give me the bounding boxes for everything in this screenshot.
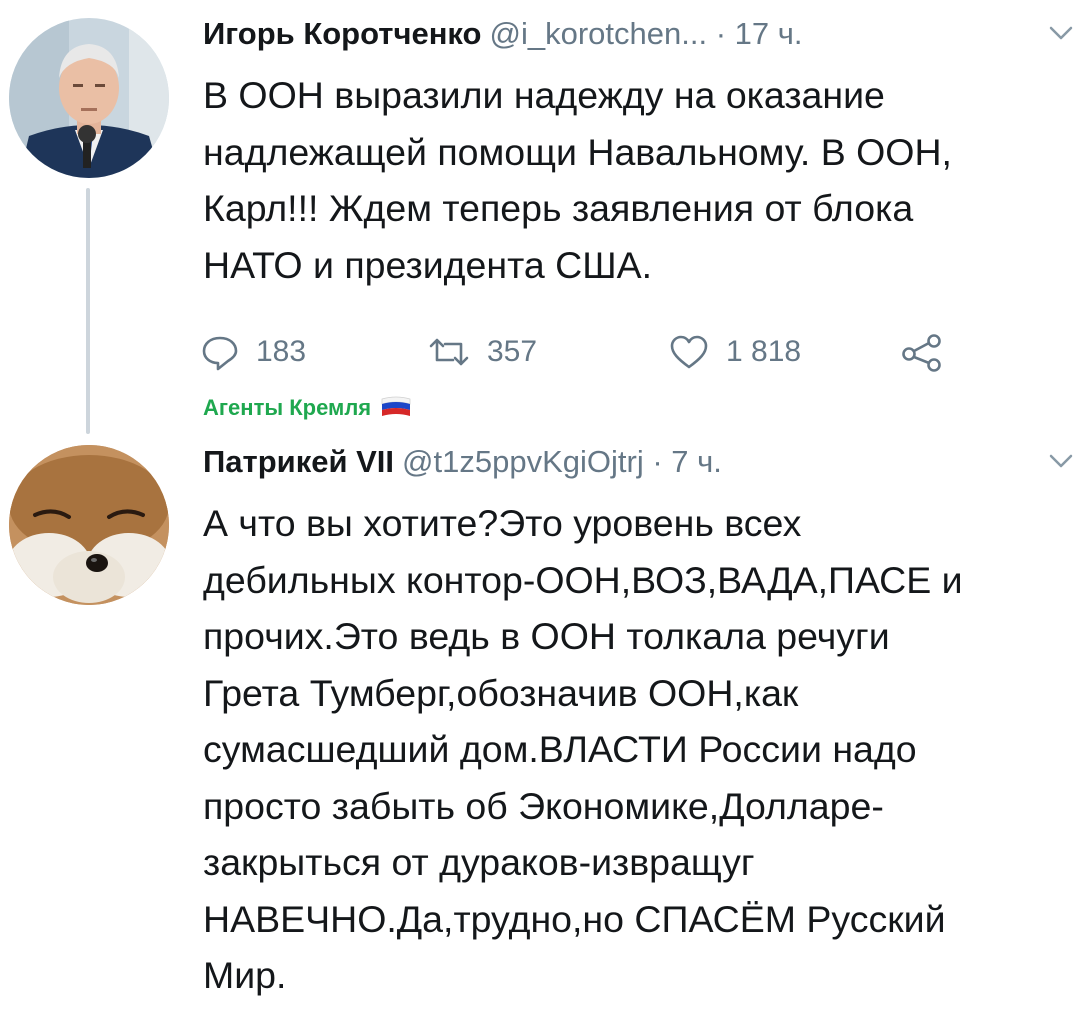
author-name[interactable]: Патрикей VII (203, 444, 394, 479)
chevron-down-icon[interactable] (1046, 18, 1076, 48)
tweet-2-header: Патрикей VII @t1z5ppvKgiOjtrj · 7 ч. (203, 442, 1080, 482)
reply-icon (202, 336, 238, 371)
share-button[interactable] (900, 329, 960, 375)
retweet-icon (429, 338, 469, 366)
author-handle[interactable]: @i_korotchen... (489, 16, 707, 51)
author-name[interactable]: Игорь Коротченко (203, 16, 481, 51)
separator-dot: · (715, 16, 727, 51)
like-button[interactable]: 1 818 (668, 329, 801, 375)
timestamp[interactable]: 17 ч. (735, 16, 803, 51)
tweet-1-text: В ООН выразили надежду на оказание надле… (203, 74, 952, 286)
like-count: 1 818 (726, 335, 802, 368)
share-icon (902, 334, 941, 372)
reply-count: 183 (256, 335, 307, 368)
avatar-korotchenko[interactable] (9, 18, 169, 178)
tweet-1-actions: 183 357 1 818 (200, 329, 980, 375)
reply-button[interactable]: 183 (200, 329, 306, 375)
timestamp[interactable]: 7 ч. (671, 444, 722, 479)
separator-dot: · (652, 444, 663, 479)
avatar-image (9, 18, 169, 178)
badge-label: Агенты Кремля (203, 395, 372, 420)
avatar-fox[interactable] (9, 445, 169, 605)
chevron-down-icon[interactable] (1046, 446, 1076, 476)
community-badge: Агенты Кремля (203, 390, 413, 426)
heart-icon (670, 335, 708, 369)
retweet-count: 357 (487, 335, 538, 368)
tweet-1-header: Игорь Коротченко @i_korotchen... · 17 ч. (203, 14, 1080, 54)
thread-connector-line (86, 188, 90, 434)
avatar-image (9, 445, 169, 605)
author-handle[interactable]: @t1z5ppvKgiOjtrj (402, 444, 644, 479)
retweet-button[interactable]: 357 (427, 329, 537, 375)
russian-flag-icon (381, 396, 411, 416)
tweet-2-text: А что вы хотите?Это уровень всех дебильн… (203, 502, 963, 996)
